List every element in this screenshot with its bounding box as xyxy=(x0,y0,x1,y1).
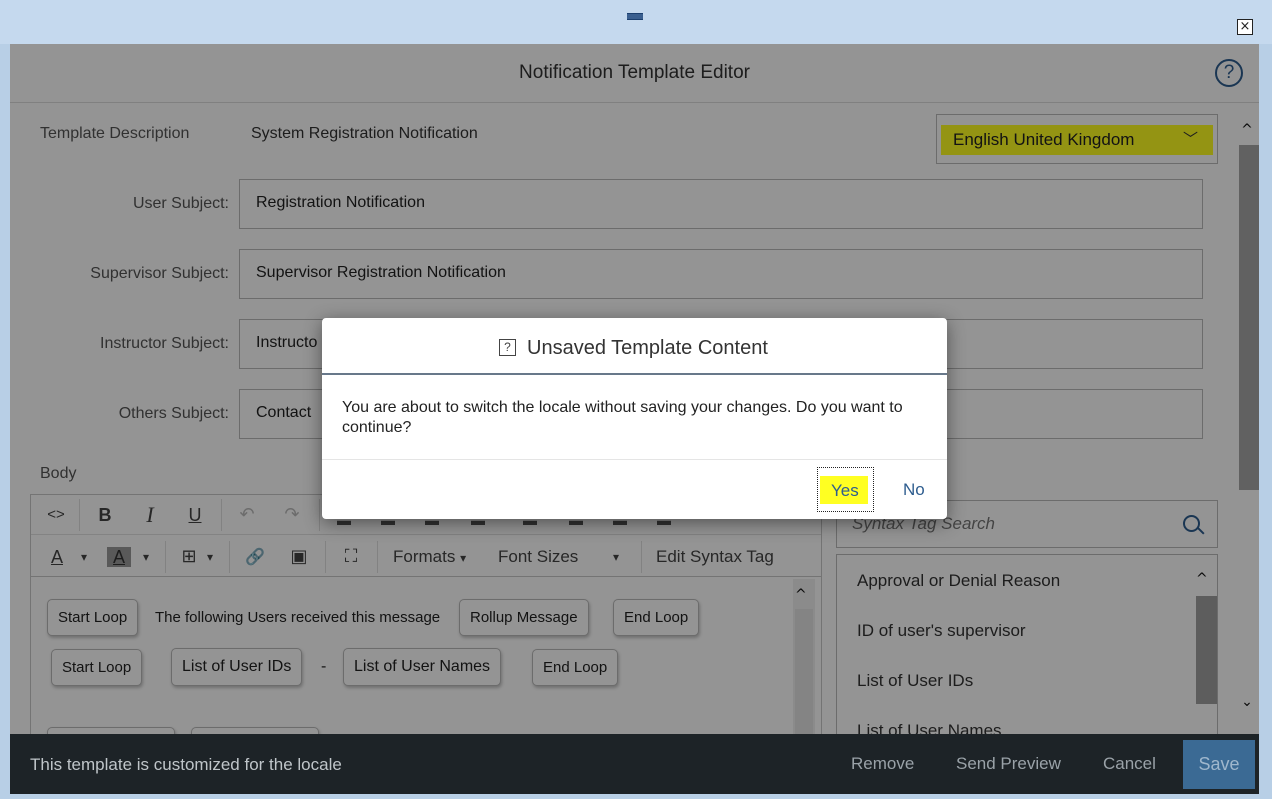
remove-button[interactable]: Remove xyxy=(851,754,914,774)
dialog-message: You are about to switch the locale witho… xyxy=(342,399,903,436)
yes-label: Yes xyxy=(831,481,859,500)
question-icon: ? xyxy=(499,339,516,356)
send-preview-button[interactable]: Send Preview xyxy=(956,754,1061,774)
no-button[interactable]: No xyxy=(903,480,925,500)
locale-status-text: This template is customized for the loca… xyxy=(30,755,342,774)
close-icon[interactable]: × xyxy=(1237,19,1253,35)
yes-button[interactable]: Yes xyxy=(817,467,874,512)
unsaved-content-dialog: ? Unsaved Template Content You are about… xyxy=(322,318,947,519)
window-title-bar: × xyxy=(0,0,1272,44)
dialog-footer: Yes No xyxy=(322,459,947,519)
footer-bar: This template is customized for the loca… xyxy=(10,734,1259,794)
window-bottom-edge xyxy=(0,794,1272,799)
cancel-button[interactable]: Cancel xyxy=(1103,754,1156,774)
dialog-header: ? Unsaved Template Content xyxy=(322,318,947,375)
drag-handle-icon[interactable] xyxy=(627,13,643,20)
dialog-title: Unsaved Template Content xyxy=(527,337,768,359)
save-button[interactable]: Save xyxy=(1183,740,1255,789)
